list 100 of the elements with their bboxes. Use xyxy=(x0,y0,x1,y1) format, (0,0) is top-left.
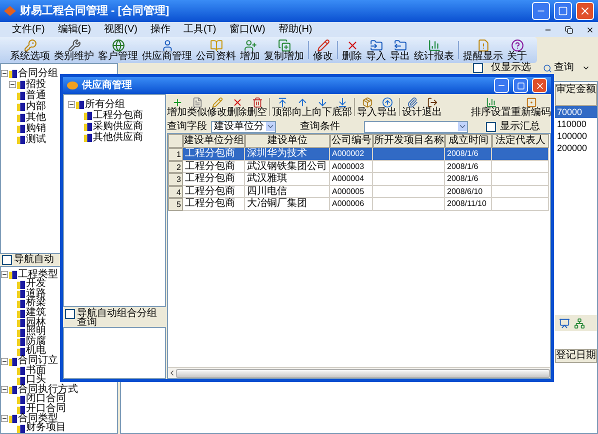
tree-item[interactable]: 测试 xyxy=(26,134,46,144)
toolbar-button[interactable]: 提醒显示 xyxy=(461,37,505,63)
collapse-icon[interactable] xyxy=(1,386,8,394)
toolbar-button[interactable]: 删空 xyxy=(247,94,267,120)
tree-item[interactable]: 财务项目 xyxy=(26,423,66,434)
table-cell-text: 100000 xyxy=(556,130,588,142)
table-cell: 2008/1/6 xyxy=(445,160,492,173)
book-icon xyxy=(17,80,25,89)
tree-item[interactable]: 所有分组 xyxy=(85,100,125,110)
toolbar-button[interactable]: 增加 xyxy=(167,94,187,120)
toolbar-button[interactable]: 排序设置 xyxy=(471,94,511,120)
tree-item[interactable]: 采购供应商 xyxy=(93,122,143,132)
toolbar-button[interactable]: 退出 xyxy=(422,94,442,120)
toolbar-button[interactable]: 关于 xyxy=(505,37,529,63)
tree-item[interactable]: 园林 xyxy=(26,318,46,328)
collapse-icon[interactable] xyxy=(1,415,8,422)
toolbar-button[interactable]: 统计报表 xyxy=(412,37,456,63)
table-cell: A000005 xyxy=(330,186,373,198)
query-button[interactable]: 查询 xyxy=(543,63,574,73)
toolbar-button[interactable]: 供应商管理 xyxy=(140,37,194,63)
book-icon xyxy=(76,100,84,109)
menu-item[interactable]: 编辑(E) xyxy=(58,24,92,34)
toolbar-button[interactable]: 导出 xyxy=(388,37,412,63)
tree-item[interactable]: 书面 xyxy=(26,366,46,376)
toolbar-button[interactable]: 底部 xyxy=(332,94,352,120)
menu-item[interactable]: 操作 xyxy=(150,24,170,34)
maximize-button[interactable] xyxy=(513,78,528,93)
minimize-button[interactable] xyxy=(494,78,509,93)
tree-item[interactable]: 内部 xyxy=(26,102,46,112)
table-cell: 大冶铜厂集团 xyxy=(245,198,330,210)
toolbar-button[interactable]: 导出 xyxy=(377,94,397,120)
toolbar-button[interactable]: 设计 xyxy=(402,94,422,120)
screen-icon[interactable] xyxy=(559,318,570,328)
book-icon xyxy=(84,133,92,142)
checkbox[interactable] xyxy=(65,309,75,319)
toolbar-button[interactable]: 修改 xyxy=(207,94,227,120)
tree-item[interactable]: 机电 xyxy=(26,346,46,356)
person-icon xyxy=(160,38,174,52)
row-number: 3 xyxy=(168,173,183,186)
tree-item[interactable]: 合同分组 xyxy=(18,68,58,78)
query-field-select[interactable]: 建设单位分 xyxy=(211,120,276,132)
tree-item[interactable]: 工程分包商 xyxy=(93,110,143,120)
collapse-icon[interactable] xyxy=(1,358,8,365)
toolbar-button[interactable]: 客户管理 xyxy=(96,37,140,63)
table-cell xyxy=(492,173,549,186)
maximize-button[interactable] xyxy=(554,2,572,20)
menu-item[interactable]: 工具(T) xyxy=(183,24,216,34)
toolbar-button[interactable]: 删除 xyxy=(340,37,364,63)
toolbar-button[interactable]: 复制增加 xyxy=(262,37,306,63)
toolbar-button[interactable]: 系统选项 xyxy=(8,37,52,63)
network-icon[interactable] xyxy=(574,318,585,328)
import-folder-icon xyxy=(370,38,382,52)
checkbox[interactable] xyxy=(473,63,483,73)
pencil-icon xyxy=(316,38,330,52)
close-button[interactable] xyxy=(576,2,594,20)
toolbar-button[interactable]: 向下 xyxy=(312,94,332,120)
tree-item[interactable]: 普通 xyxy=(26,90,46,100)
maximize-icon xyxy=(516,82,524,90)
toolbar-button[interactable]: 类别维护 xyxy=(52,37,96,63)
menu-item[interactable]: 窗口(W) xyxy=(229,24,266,34)
collapse-icon[interactable] xyxy=(1,271,8,278)
toolbar-button[interactable]: 重新编码 xyxy=(511,94,551,120)
toolbar-button[interactable]: 顶部 xyxy=(272,94,292,120)
menu-item[interactable]: 视图(V) xyxy=(104,24,138,34)
collapse-icon[interactable] xyxy=(9,81,16,88)
query-condition-select[interactable] xyxy=(364,120,468,132)
tree-item[interactable]: 其他供应商 xyxy=(93,132,143,142)
row-number: 5 xyxy=(168,198,183,210)
toolbar-button[interactable]: 增加 xyxy=(238,37,262,63)
minimize-button[interactable] xyxy=(532,2,550,20)
collapse-icon[interactable] xyxy=(68,101,75,108)
column-header: 公司编号 xyxy=(330,134,373,148)
horizontal-scrollbar[interactable] xyxy=(168,367,550,378)
app-logo-icon xyxy=(4,6,16,16)
tree-item[interactable]: 开发 xyxy=(26,279,46,290)
row-number: 2 xyxy=(168,160,183,173)
toolbar-button[interactable]: 导入 xyxy=(364,37,388,63)
close-button[interactable] xyxy=(532,78,547,93)
tree-item[interactable]: 招投 xyxy=(26,80,46,90)
checkbox[interactable] xyxy=(486,122,496,132)
exit-icon xyxy=(426,96,438,108)
tree-item[interactable]: 购销 xyxy=(26,124,46,134)
column-header: 登记日期 xyxy=(555,349,597,363)
toolbar-button[interactable]: 向上 xyxy=(292,94,312,120)
toolbar-button[interactable]: 删除 xyxy=(227,94,247,120)
menu-item[interactable]: 文件(F) xyxy=(12,24,45,34)
tree-item[interactable]: 其他 xyxy=(26,112,46,122)
toolbar-button[interactable]: 修改 xyxy=(311,37,335,63)
tree-item[interactable]: 闭口合同 xyxy=(26,394,66,404)
toolbar-button[interactable]: 导入 xyxy=(357,94,377,120)
toolbar-button[interactable]: 公司资料 xyxy=(194,37,238,63)
key-icon xyxy=(24,38,36,52)
checkbox[interactable] xyxy=(2,254,12,265)
close-icon[interactable] xyxy=(586,26,594,34)
collapse-icon[interactable] xyxy=(1,70,8,77)
x-mark-icon xyxy=(346,38,358,52)
toolbar-button[interactable]: 类似 xyxy=(187,94,207,120)
restore-icon[interactable] xyxy=(565,26,573,34)
menu-item[interactable]: 帮助(H) xyxy=(278,24,312,34)
scroll-left-icon[interactable] xyxy=(168,369,176,377)
